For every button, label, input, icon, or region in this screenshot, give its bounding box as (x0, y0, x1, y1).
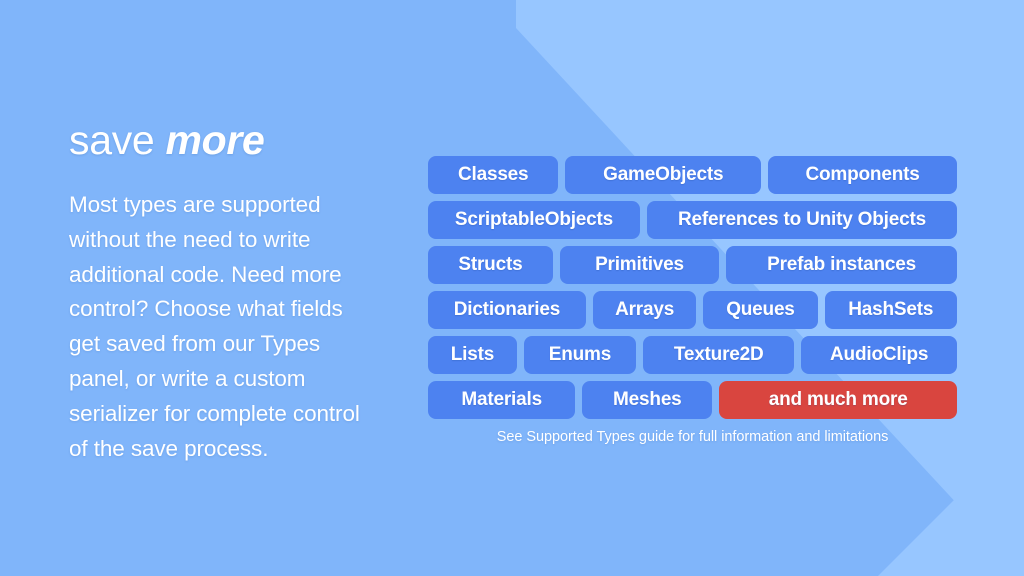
type-pill[interactable]: Enums (523, 336, 637, 374)
type-pill[interactable]: Queues (703, 291, 818, 329)
type-pill[interactable]: Lists (428, 336, 517, 374)
type-pill[interactable]: Classes (428, 156, 559, 194)
slide-canvas: save more Most types are supported witho… (0, 0, 1024, 576)
type-pill[interactable]: Components (768, 156, 957, 194)
body-paragraph: Most types are supported without the nee… (69, 192, 360, 461)
type-pill[interactable]: Texture2D (643, 336, 795, 374)
supported-types-row: Classes GameObjects Components (428, 156, 957, 194)
type-pill[interactable]: Dictionaries (428, 291, 586, 329)
supported-types-rows: Classes GameObjects Components ScriptableOb… (428, 156, 957, 419)
supported-types-row: Materials Meshes and much more (428, 381, 957, 419)
type-pill[interactable]: ScriptableObjects (428, 201, 640, 239)
type-pill[interactable]: Primitives (559, 246, 720, 284)
supported-types-row: Structs Primitives Prefab instances (428, 246, 957, 284)
type-pill[interactable]: Structs (428, 246, 553, 284)
supported-types-row: ScriptableObjects References to Unity Obj… (428, 201, 957, 239)
type-pill[interactable]: HashSets (824, 291, 957, 329)
supported-types-row: Dictionaries Arrays Queues HashSets (428, 291, 957, 329)
type-pill-highlight[interactable]: and much more (719, 381, 957, 419)
type-pill[interactable]: References to Unity Objects (646, 201, 957, 239)
type-pill[interactable]: Arrays (592, 291, 697, 329)
page-title-regular-part: save (69, 117, 166, 163)
type-pill[interactable]: Prefab instances (726, 246, 957, 284)
left-text-column: save more Most types are supported witho… (69, 114, 379, 466)
type-pill[interactable]: Materials (428, 381, 576, 419)
type-pill[interactable]: AudioClips (801, 336, 957, 374)
page-title: save more (69, 114, 379, 166)
page-title-accent-part: more (165, 117, 265, 163)
type-pill[interactable]: Meshes (582, 381, 713, 419)
supported-types-row: Lists Enums Texture2D AudioClips (428, 336, 957, 374)
type-pill[interactable]: GameObjects (565, 156, 762, 194)
supported-types-caption: See Supported Types guide for full infor… (496, 429, 889, 445)
supported-types-panel: Classes GameObjects Components ScriptableOb… (428, 156, 957, 445)
